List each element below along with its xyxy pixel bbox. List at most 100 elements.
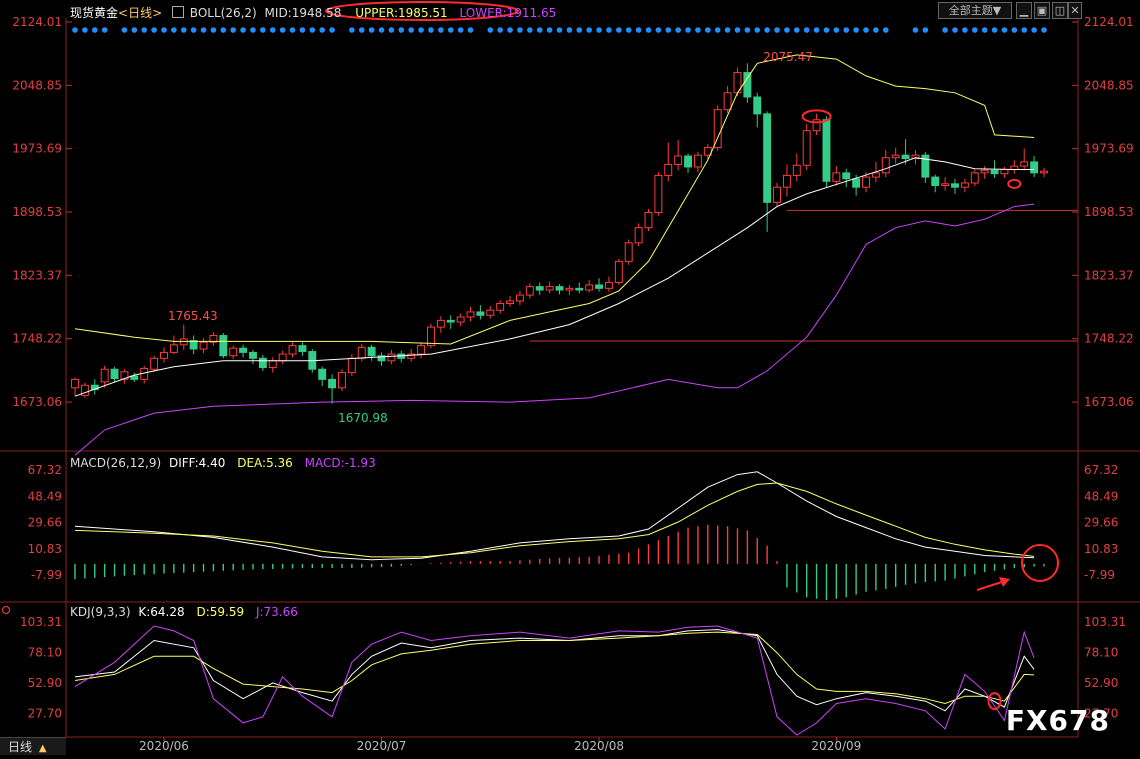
macd-tick-left: 29.66 bbox=[28, 516, 62, 530]
macd-tick-right: 67.32 bbox=[1084, 463, 1118, 477]
signal-dot bbox=[101, 27, 108, 33]
kdj-tick-right: 78.10 bbox=[1084, 646, 1118, 660]
y-tick-label-right: 1748.22 bbox=[1084, 332, 1134, 346]
period-tab[interactable]: 日线 ▲ bbox=[0, 737, 66, 755]
main-header: 现货黄金<日线> BOLL(26,2) MID:1948.58 UPPER:19… bbox=[70, 4, 556, 21]
macd-diff-line bbox=[74, 471, 1035, 561]
macd-tick-left: 48.49 bbox=[28, 489, 62, 503]
signal-dot bbox=[180, 27, 187, 33]
signal-dot bbox=[625, 27, 632, 33]
signal-dot bbox=[813, 27, 820, 33]
signal-dot bbox=[398, 27, 405, 33]
signal-dot bbox=[952, 27, 958, 33]
tab-arrow-icon: ▲ bbox=[38, 743, 47, 754]
signal-dot bbox=[72, 27, 78, 33]
boll-icon[interactable] bbox=[171, 6, 184, 18]
period-label[interactable]: <日线> bbox=[118, 6, 162, 20]
candle-body bbox=[604, 281, 613, 289]
candle-body bbox=[446, 319, 455, 323]
signal-dot bbox=[705, 27, 711, 33]
signal-dot bbox=[220, 27, 227, 33]
kdj-j: J:73.66 bbox=[255, 605, 298, 619]
candle-body bbox=[624, 242, 633, 262]
candle-body bbox=[753, 96, 762, 115]
signal-dot bbox=[349, 27, 355, 33]
macd-label[interactable]: MACD(26,12,9) bbox=[70, 456, 161, 470]
signal-dot bbox=[250, 27, 256, 33]
candle-body bbox=[842, 172, 851, 180]
candle-body bbox=[525, 286, 534, 296]
signal-dot bbox=[853, 27, 859, 33]
close-icon[interactable]: ✕ bbox=[1068, 2, 1082, 19]
candle-body bbox=[941, 183, 950, 187]
y-tick-label-right: 1823.37 bbox=[1084, 268, 1134, 282]
watermark: FX678 bbox=[1005, 704, 1110, 737]
kdj-tick-left: 78.10 bbox=[28, 646, 62, 660]
restore-icon[interactable]: ▣ bbox=[1034, 2, 1050, 19]
candle-body bbox=[802, 130, 811, 166]
signal-dot bbox=[734, 27, 741, 33]
y-tick-label-left: 1898.53 bbox=[12, 205, 62, 219]
signal-dot bbox=[764, 27, 770, 33]
signal-dot bbox=[655, 27, 662, 33]
candle-body bbox=[278, 353, 287, 362]
candle-body bbox=[258, 357, 267, 369]
kdj-k: K:64.28 bbox=[138, 605, 185, 619]
candle-body bbox=[862, 176, 870, 188]
candle-body bbox=[466, 311, 475, 318]
signal-dot bbox=[873, 27, 879, 33]
signal-dot bbox=[784, 27, 790, 33]
candle-body bbox=[792, 164, 801, 176]
signal-dot bbox=[794, 27, 800, 33]
signal-dot bbox=[556, 27, 563, 33]
boll-mid-line bbox=[74, 157, 1035, 397]
candle-body bbox=[713, 109, 722, 149]
boll-label[interactable]: BOLL(26,2) bbox=[190, 6, 257, 20]
candle-body bbox=[150, 357, 159, 370]
signal-dot bbox=[190, 27, 197, 33]
theme-button[interactable]: 全部主题▼ bbox=[938, 2, 1012, 19]
candle-body bbox=[743, 72, 752, 98]
kdj-k-line bbox=[74, 629, 1035, 712]
kdj-d-line bbox=[74, 631, 1035, 705]
kdj-tick-right: 52.90 bbox=[1084, 676, 1118, 690]
signal-dot bbox=[82, 27, 88, 33]
signal-dot bbox=[1011, 27, 1018, 33]
candle-body bbox=[595, 284, 604, 289]
y-tick-label-left: 1748.22 bbox=[12, 332, 62, 346]
signal-dot bbox=[695, 27, 701, 33]
candle-body bbox=[298, 345, 307, 353]
signal-dot bbox=[962, 27, 968, 33]
x-tick-label: 2020/09 bbox=[811, 739, 861, 753]
y-tick-label-left: 1673.06 bbox=[12, 395, 62, 409]
signal-dot bbox=[368, 27, 375, 33]
candle-body bbox=[684, 155, 693, 168]
signal-dot bbox=[724, 27, 731, 33]
candle-body bbox=[931, 176, 940, 187]
candle-body bbox=[367, 346, 376, 357]
minimize-icon[interactable]: ▁ bbox=[1016, 2, 1032, 19]
instrument-name[interactable]: 现货黄金 bbox=[70, 6, 118, 20]
candle-body bbox=[852, 178, 861, 188]
signal-dot bbox=[685, 27, 691, 33]
signal-dot bbox=[507, 27, 513, 33]
kdj-j-line bbox=[74, 625, 1035, 736]
candle-body bbox=[644, 211, 653, 229]
candle-body bbox=[1040, 170, 1048, 174]
kdj-tick-left: 27.70 bbox=[28, 707, 62, 721]
kdj-label[interactable]: KDJ(9,3,3) bbox=[70, 605, 131, 619]
signal-dot bbox=[527, 27, 533, 33]
signal-dot bbox=[675, 27, 681, 33]
signal-dot bbox=[645, 27, 652, 33]
macd-tick-right: 48.49 bbox=[1084, 489, 1118, 503]
signal-dot bbox=[971, 27, 978, 33]
y-tick-label-right: 1673.06 bbox=[1084, 395, 1134, 409]
signal-dot bbox=[141, 27, 148, 33]
signal-dot bbox=[171, 27, 177, 33]
candle-body bbox=[486, 309, 495, 316]
split-view-icon[interactable]: ◫ bbox=[1052, 2, 1068, 19]
high-price-label: 2075.47 bbox=[763, 50, 813, 64]
candle-body bbox=[357, 346, 366, 359]
kdj-settings-icon[interactable] bbox=[2, 606, 10, 614]
signal-dot bbox=[566, 27, 573, 33]
